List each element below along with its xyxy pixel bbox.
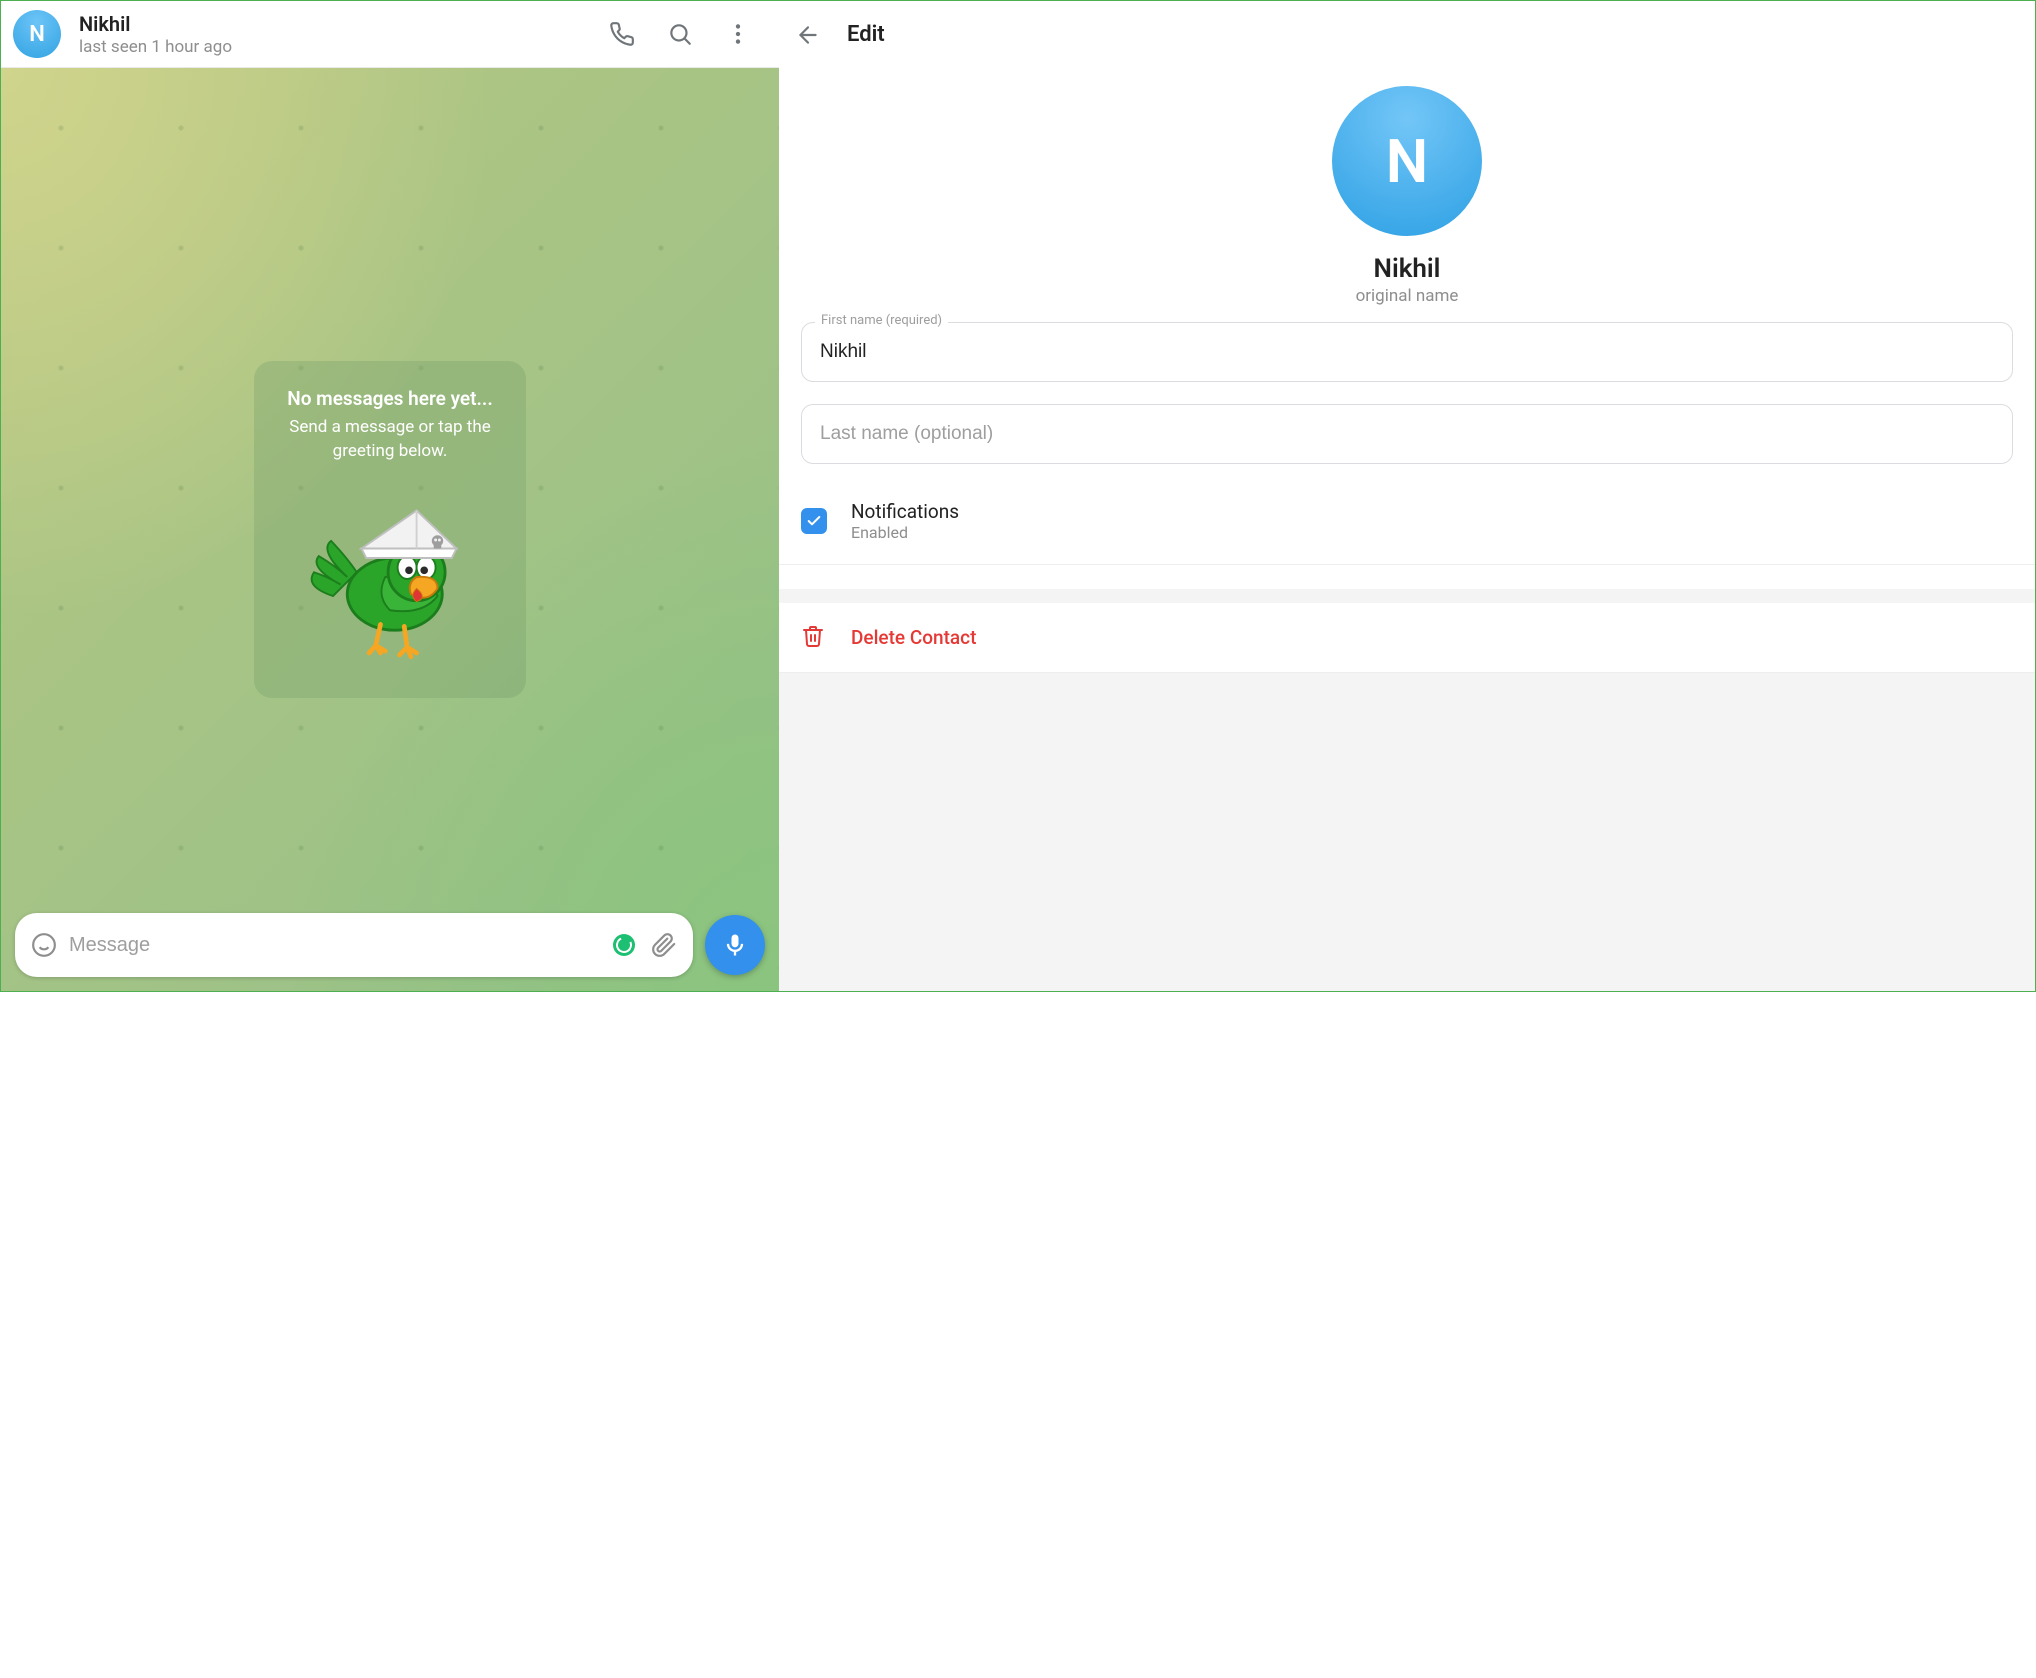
- chat-body: No messages here yet... Send a message o…: [1, 68, 779, 991]
- notifications-title: Notifications: [851, 500, 959, 523]
- last-name-field-wrap: [801, 404, 2013, 464]
- edit-contact-pane: Edit N Nikhil original name First name (…: [779, 1, 2035, 991]
- chat-header: N Nikhil last seen 1 hour ago: [1, 1, 779, 68]
- edit-subtitle: original name: [779, 286, 2035, 306]
- chat-header-actions: [607, 19, 767, 49]
- notifications-state: Enabled: [851, 523, 959, 542]
- chat-header-titles[interactable]: Nikhil last seen 1 hour ago: [79, 12, 607, 57]
- first-name-input[interactable]: [801, 322, 2013, 382]
- chat-header-status: last seen 1 hour ago: [79, 37, 607, 57]
- more-icon[interactable]: [723, 19, 753, 49]
- chat-header-name: Nikhil: [79, 12, 607, 36]
- edit-display-name: Nikhil: [779, 254, 2035, 284]
- notifications-row[interactable]: Notifications Enabled: [779, 490, 2035, 565]
- edit-fields: First name (required): [779, 306, 2035, 490]
- search-icon[interactable]: [665, 19, 695, 49]
- first-name-field-wrap: First name (required): [801, 322, 2013, 382]
- message-input-bar: [15, 913, 765, 977]
- notifications-texts: Notifications Enabled: [851, 500, 959, 542]
- empty-chat-placeholder: No messages here yet... Send a message o…: [254, 361, 526, 698]
- first-name-label: First name (required): [815, 313, 948, 328]
- last-name-input[interactable]: [801, 404, 2013, 464]
- grammarly-icon[interactable]: [613, 934, 635, 956]
- back-icon[interactable]: [793, 20, 823, 50]
- placeholder-subtitle: Send a message or tap the greeting below…: [274, 416, 506, 464]
- greeting-sticker[interactable]: [274, 482, 506, 672]
- message-input[interactable]: [69, 934, 603, 957]
- emoji-icon[interactable]: [29, 930, 59, 960]
- delete-contact-label: Delete Contact: [851, 626, 976, 649]
- call-icon[interactable]: [607, 19, 637, 49]
- attach-icon[interactable]: [649, 930, 679, 960]
- delete-contact-button[interactable]: Delete Contact: [779, 603, 2035, 673]
- edit-profile-section: N Nikhil original name First name (requi…: [779, 68, 2035, 589]
- edit-header: Edit: [779, 1, 2035, 68]
- chat-pane: N Nikhil last seen 1 hour ago No message…: [1, 1, 779, 991]
- placeholder-title: No messages here yet...: [274, 387, 506, 410]
- edit-title: Edit: [847, 22, 885, 47]
- voice-record-button[interactable]: [705, 915, 765, 975]
- chat-header-avatar[interactable]: N: [13, 10, 61, 58]
- message-field[interactable]: [15, 913, 693, 977]
- edit-avatar[interactable]: N: [1332, 86, 1482, 236]
- trash-icon: [801, 624, 825, 652]
- notifications-checkbox[interactable]: [801, 508, 827, 534]
